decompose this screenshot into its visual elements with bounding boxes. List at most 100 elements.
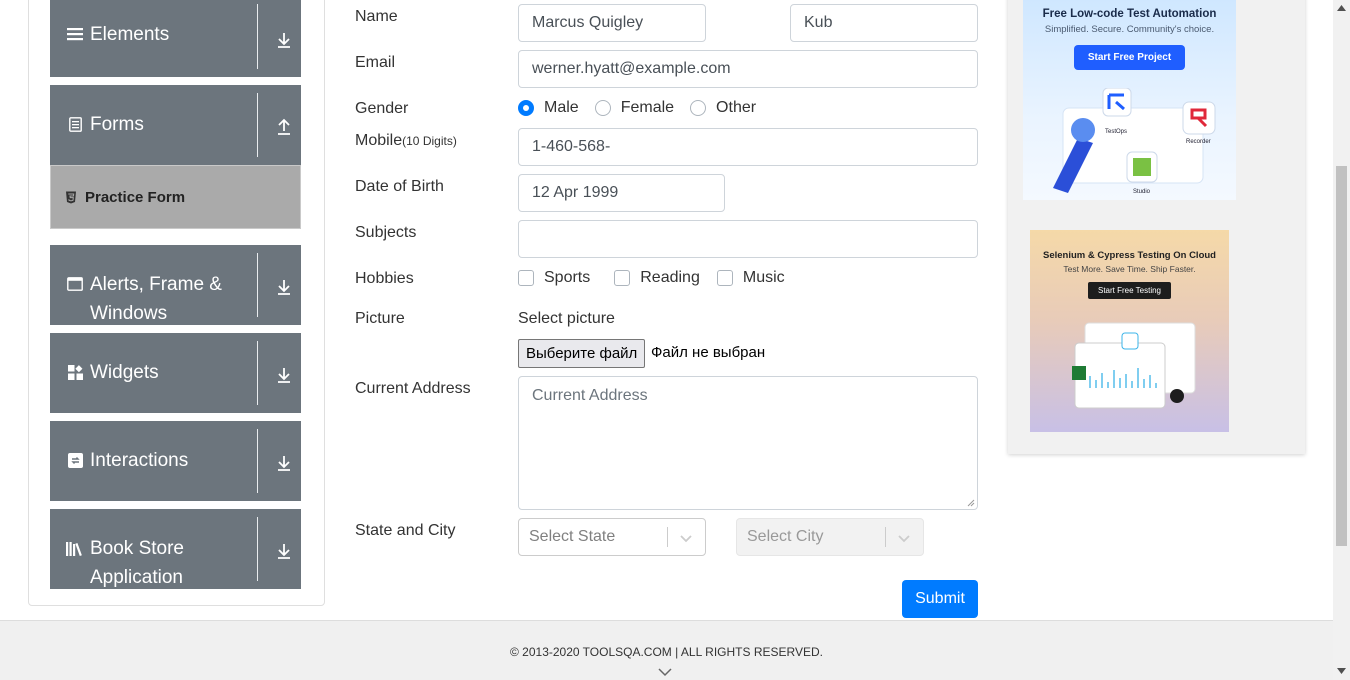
ad-illustration xyxy=(1072,322,1196,409)
hobbies-checkbox-group: Sports Reading Music xyxy=(518,269,801,287)
dob-input[interactable]: 12 Apr 1999 xyxy=(518,174,725,212)
scrollbar-thumb[interactable] xyxy=(1336,166,1347,546)
option-label: Music xyxy=(742,269,785,286)
download-arrow-icon[interactable] xyxy=(274,30,294,50)
mobile-hint: (10 Digits) xyxy=(402,134,457,148)
name-label: Name xyxy=(355,8,398,25)
submit-button[interactable]: Submit xyxy=(902,580,978,618)
current-address-textarea[interactable]: Current Address xyxy=(518,376,978,510)
subjects-input[interactable] xyxy=(518,220,978,258)
ad-banner-lambdatest[interactable]: Selenium & Cypress Testing On Cloud Test… xyxy=(1030,230,1229,432)
email-input[interactable]: werner.hyatt@example.com xyxy=(518,50,978,88)
state-placeholder: Select State xyxy=(529,528,616,545)
hobby-music-option[interactable]: Music xyxy=(716,269,785,287)
mobile-input[interactable]: 1-460-568- xyxy=(518,128,978,166)
gender-other-option[interactable]: Other xyxy=(690,99,756,117)
last-name-input[interactable]: Kub xyxy=(790,4,978,42)
ad-subtitle: Test More. Save Time. Ship Faster. xyxy=(1063,264,1196,274)
checkbox[interactable] xyxy=(614,270,631,286)
sidebar-group-interactions[interactable]: Interactions xyxy=(50,421,301,501)
window-icon xyxy=(66,270,84,291)
state-city-label: State and City xyxy=(355,522,456,539)
divider xyxy=(257,429,258,493)
gender-label: Gender xyxy=(355,100,409,117)
list-icon xyxy=(66,20,84,41)
ad-banner-katalon[interactable]: Free Low-code Test Automation Simplified… xyxy=(1023,0,1236,200)
gender-female-option[interactable]: Female xyxy=(594,99,675,117)
hobby-reading-option[interactable]: Reading xyxy=(614,269,700,287)
option-label: Male xyxy=(544,99,579,116)
chevron-down-icon[interactable] xyxy=(658,667,672,677)
divider xyxy=(257,4,258,69)
select-separator xyxy=(885,527,886,547)
email-label: Email xyxy=(355,54,396,71)
html5-icon xyxy=(66,191,76,203)
ad-cta-button[interactable]: Start Free Project xyxy=(1073,45,1186,70)
sidebar-group-bookstore[interactable]: Book Store Application xyxy=(50,509,301,589)
choose-file-button[interactable]: Выберите файл xyxy=(518,339,646,368)
radio-button[interactable] xyxy=(518,100,534,116)
download-arrow-icon[interactable] xyxy=(274,365,294,385)
radio-button[interactable] xyxy=(690,100,707,116)
dob-label: Date of Birth xyxy=(355,178,444,195)
ad-label-recorder: Recorder xyxy=(1186,139,1211,145)
divider xyxy=(257,517,258,581)
divider xyxy=(257,341,258,405)
upload-arrow-icon[interactable] xyxy=(274,117,294,137)
mobile-label: Mobile(10 Digits) xyxy=(355,132,457,150)
ad-label-testops: TestOps xyxy=(1105,129,1127,135)
subjects-label: Subjects xyxy=(355,224,417,241)
chevron-down-icon[interactable] xyxy=(896,530,912,546)
file-status-text: Файл не выбран xyxy=(651,344,766,361)
ad-subtitle: Simplified. Secure. Community's choice. xyxy=(1044,24,1215,35)
gender-male-option[interactable]: Male xyxy=(518,99,579,117)
gender-radio-group: Male Female Other xyxy=(518,99,772,117)
ad-cta-button[interactable]: Start Free Testing xyxy=(1088,282,1171,299)
hobby-sports-option[interactable]: Sports xyxy=(518,269,590,287)
sidebar-group-label: Interactions xyxy=(90,450,189,471)
option-label: Reading xyxy=(640,269,700,286)
sidebar-group-label: Alerts, Frame & Windows xyxy=(90,274,222,324)
option-label: Female xyxy=(620,99,675,116)
mobile-label-text: Mobile xyxy=(355,132,403,149)
option-label: Sports xyxy=(544,269,591,286)
download-arrow-icon[interactable] xyxy=(274,541,294,561)
resize-handle-icon[interactable] xyxy=(967,499,975,507)
scroll-up-arrow-icon[interactable] xyxy=(1337,5,1346,11)
books-icon xyxy=(66,534,84,556)
download-arrow-icon[interactable] xyxy=(274,277,294,297)
city-select[interactable]: Select City xyxy=(736,518,924,556)
city-placeholder: Select City xyxy=(747,528,824,545)
copyright-text: © 2013-2020 TOOLSQA.COM | ALL RIGHTS RES… xyxy=(510,645,823,659)
divider xyxy=(257,253,258,317)
current-address-label: Current Address xyxy=(355,380,471,397)
textarea-placeholder: Current Address xyxy=(532,387,648,404)
checkbox[interactable] xyxy=(716,270,733,286)
sidebar-group-elements[interactable]: Elements xyxy=(50,0,301,77)
download-arrow-icon[interactable] xyxy=(274,453,294,473)
chevron-down-icon[interactable] xyxy=(678,530,694,546)
sidebar-group-forms[interactable]: Forms xyxy=(50,85,301,165)
option-label: Other xyxy=(716,99,757,116)
sidebar-group-label: Widgets xyxy=(90,362,159,383)
sidebar-group-label: Forms xyxy=(90,114,144,135)
footer: © 2013-2020 TOOLSQA.COM | ALL RIGHTS RES… xyxy=(0,620,1333,680)
ad-illustration: TestOps Recorder Studio xyxy=(1053,88,1216,195)
divider xyxy=(257,93,258,157)
sidebar-group-widgets[interactable]: Widgets xyxy=(50,333,301,413)
first-name-input[interactable]: Marcus Quigley xyxy=(518,4,706,42)
scroll-down-arrow-icon[interactable] xyxy=(1337,668,1346,674)
select-separator xyxy=(667,527,668,547)
document-icon xyxy=(66,110,84,132)
hobbies-label: Hobbies xyxy=(355,270,414,287)
state-select[interactable]: Select State xyxy=(518,518,706,556)
radio-button[interactable] xyxy=(594,100,611,116)
select-picture-label: Select picture xyxy=(518,310,615,327)
sidebar-group-label: Elements xyxy=(90,24,170,45)
checkbox[interactable] xyxy=(518,270,534,286)
sidebar-group-alerts[interactable]: Alerts, Frame & Windows xyxy=(50,245,301,325)
interactions-icon xyxy=(66,446,84,468)
picture-label: Picture xyxy=(355,310,405,327)
sidebar-item-practice-form[interactable]: Practice Form xyxy=(50,165,301,229)
widgets-icon xyxy=(66,358,84,380)
